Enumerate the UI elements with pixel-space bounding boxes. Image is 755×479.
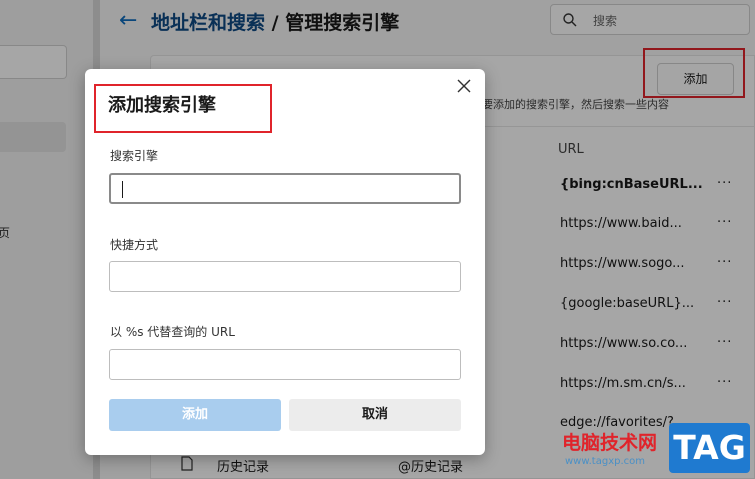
watermark-text: 电脑技术网 bbox=[562, 432, 658, 454]
shortcut-label: 快捷方式 bbox=[110, 238, 159, 252]
dialog-cancel-button[interactable]: 取消 bbox=[289, 399, 461, 431]
annotation-highlight-box bbox=[94, 84, 272, 133]
search-engine-field[interactable] bbox=[109, 173, 461, 204]
text-caret bbox=[122, 181, 123, 198]
search-engine-label: 搜索引擎 bbox=[110, 149, 159, 163]
dialog-add-button[interactable]: 添加 bbox=[109, 399, 281, 431]
watermark-logo: TAG bbox=[669, 423, 750, 473]
url-template-field[interactable] bbox=[109, 349, 461, 380]
watermark-url: www.tagxp.com bbox=[565, 456, 645, 467]
shortcut-field[interactable] bbox=[109, 261, 461, 292]
url-template-label: 以 %s 代替查询的 URL bbox=[110, 325, 235, 339]
close-icon[interactable] bbox=[456, 78, 472, 94]
